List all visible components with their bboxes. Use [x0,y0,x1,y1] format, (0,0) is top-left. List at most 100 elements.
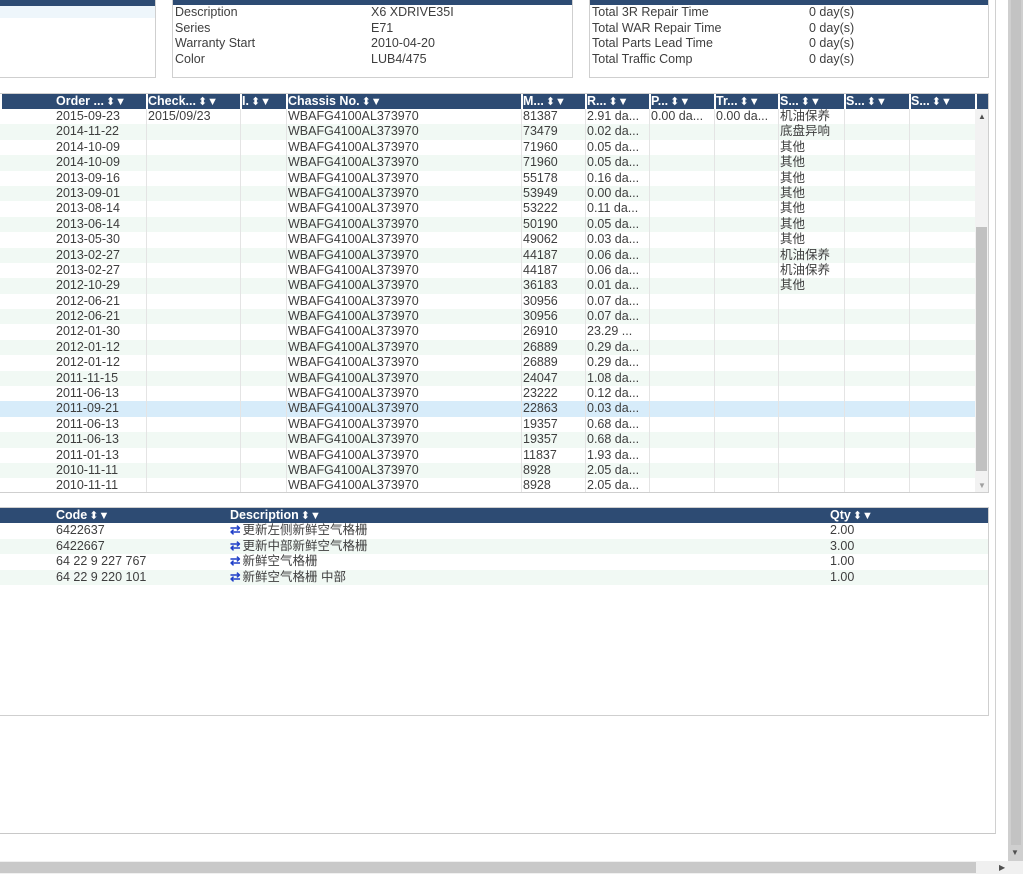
table-cell [148,309,240,324]
column-header[interactable]: Description ⬍▼ [230,508,825,523]
table-cell [651,432,713,447]
column-divider [146,109,147,492]
part-description: 新鲜空气格栅 中部 [242,569,346,584]
table-cell [651,248,713,263]
sort-filter-icon[interactable]: ⬍▼ [932,96,952,108]
sort-filter-icon[interactable]: ⬍▼ [301,510,321,522]
table-cell: 0.05 da... [587,155,640,170]
table-cell: 其他 [780,216,806,231]
window-scroll-down-arrow-icon[interactable]: ▼ [1011,848,1019,857]
table-cell: 2012-06-21 [56,293,120,308]
table-cell [242,140,286,155]
parts-cell: 6422667 [56,538,105,553]
sort-filter-icon[interactable]: ⬍▼ [198,96,218,108]
sort-filter-icon[interactable]: ⬍▼ [106,96,126,108]
table-cell [716,294,778,309]
sort-filter-icon[interactable]: ⬍▼ [89,510,109,522]
table-cell [716,171,778,186]
table-cell [911,432,975,447]
column-header[interactable]: R... ⬍▼ [587,94,649,109]
table-cell: WBAFG4100AL373970 [288,170,419,185]
column-header[interactable]: M... ⬍▼ [523,94,585,109]
parts-cell: ⇄ 更新左侧新鲜空气格栅 [230,523,825,538]
info-label: Total Traffic Comp [592,51,693,66]
table-cell: 2012-01-30 [56,324,120,339]
column-header[interactable]: Tr... ⬍▼ [716,94,778,109]
sort-filter-icon[interactable]: ⬍▼ [740,96,760,108]
scroll-up-arrow-icon[interactable]: ▲ [978,112,986,121]
column-header[interactable]: S... ⬍▼ [846,94,910,109]
table-cell: 2012-10-29 [56,278,120,293]
column-header[interactable]: Order ... ⬍▼ [56,94,146,109]
column-divider [649,109,650,492]
sort-filter-icon[interactable]: ⬍▼ [362,96,382,108]
scroll-down-arrow-icon[interactable]: ▼ [978,481,986,490]
sort-filter-icon[interactable]: ⬍▼ [251,96,271,108]
parts-cell: 1.00 [830,554,855,568]
swap-arrows-icon[interactable]: ⇄ [230,523,240,537]
table-cell [716,248,778,263]
table-cell: 2010-11-11 [56,462,119,477]
info-label: Color [175,51,205,66]
window-scroll-right-arrow-icon[interactable]: ▶ [999,863,1005,872]
parts-row[interactable]: 64 22 9 220 101 ⇄ 新鲜空气格栅 中部 1.00 [0,569,988,585]
header-separator [975,94,977,109]
sort-filter-icon[interactable]: ⬍▼ [546,96,566,108]
sort-filter-icon[interactable]: ⬍▼ [867,96,887,108]
table-cell: 8928 [523,478,551,493]
table-cell [846,217,910,232]
window-vertical-scrollbar[interactable]: ▼ [1008,0,1023,861]
table-cell: 81387 [523,109,558,123]
info-label: Series [175,20,211,35]
table-cell [242,448,286,463]
info-label: Total WAR Repair Time [592,20,722,35]
table-cell [716,432,778,447]
swap-arrows-icon[interactable]: ⇄ [230,570,240,584]
table-cell: WBAFG4100AL373970 [288,478,419,493]
content-gap [0,834,1008,861]
table-cell: 2011-06-13 [56,416,120,431]
table-cell: 0.07 da... [587,309,640,324]
column-header-label: Chassis No. [288,94,360,108]
table-cell [846,340,910,355]
column-header[interactable]: Qty ⬍▼ [830,508,975,523]
column-header-label: Tr... [716,94,738,108]
parts-row[interactable]: 64 22 9 227 767 ⇄ 新鲜空气格栅 1.00 [0,554,988,570]
table-cell [242,371,286,386]
sort-filter-icon[interactable]: ⬍▼ [608,96,628,108]
column-header[interactable]: P... ⬍▼ [651,94,713,109]
swap-arrows-icon[interactable]: ⇄ [230,554,240,568]
table-cell: 36183 [523,278,558,293]
table-cell [148,232,240,247]
table-cell: 73479 [523,124,558,139]
table-cell: 2012-01-12 [56,355,120,370]
table-cell: 2013-09-01 [56,185,120,200]
window-hscroll-thumb[interactable] [0,862,976,873]
table-cell [780,448,844,463]
table-cell: WBAFG4100AL373970 [288,278,419,293]
window-horizontal-scrollbar[interactable]: ▶ [0,861,1023,874]
table-cell: 19357 [523,416,558,431]
table-cell [651,371,713,386]
table-cell [148,278,240,293]
table-cell [716,324,778,339]
sort-filter-icon[interactable]: ⬍▼ [853,510,873,522]
column-header[interactable]: I. ⬍▼ [242,94,286,109]
window-scrollbar-thumb[interactable] [1011,0,1021,845]
parts-row[interactable]: 6422667 ⇄ 更新中部新鲜空气格栅 3.00 [0,538,988,554]
swap-arrows-icon[interactable]: ⇄ [230,539,240,553]
parts-row[interactable]: 6422637 ⇄ 更新左侧新鲜空气格栅 2.00 [0,523,988,539]
history-grid-scrollbar[interactable]: ▲ ▼ [975,109,988,492]
column-header[interactable]: S... ⬍▼ [911,94,975,109]
column-header[interactable]: Chassis No. ⬍▼ [288,94,521,109]
table-cell: 2014-10-09 [56,155,120,170]
column-header[interactable]: Check... ⬍▼ [148,94,240,109]
scrollbar-thumb[interactable] [976,227,987,471]
sort-filter-icon[interactable]: ⬍▼ [670,96,690,108]
table-cell [846,401,910,416]
table-cell: 0.00 da... [587,185,640,200]
sort-filter-icon[interactable]: ⬍▼ [801,96,821,108]
column-header-label: P... [651,94,669,108]
column-header[interactable]: Code ⬍▼ [56,508,226,523]
column-header[interactable]: S... ⬍▼ [780,94,844,109]
